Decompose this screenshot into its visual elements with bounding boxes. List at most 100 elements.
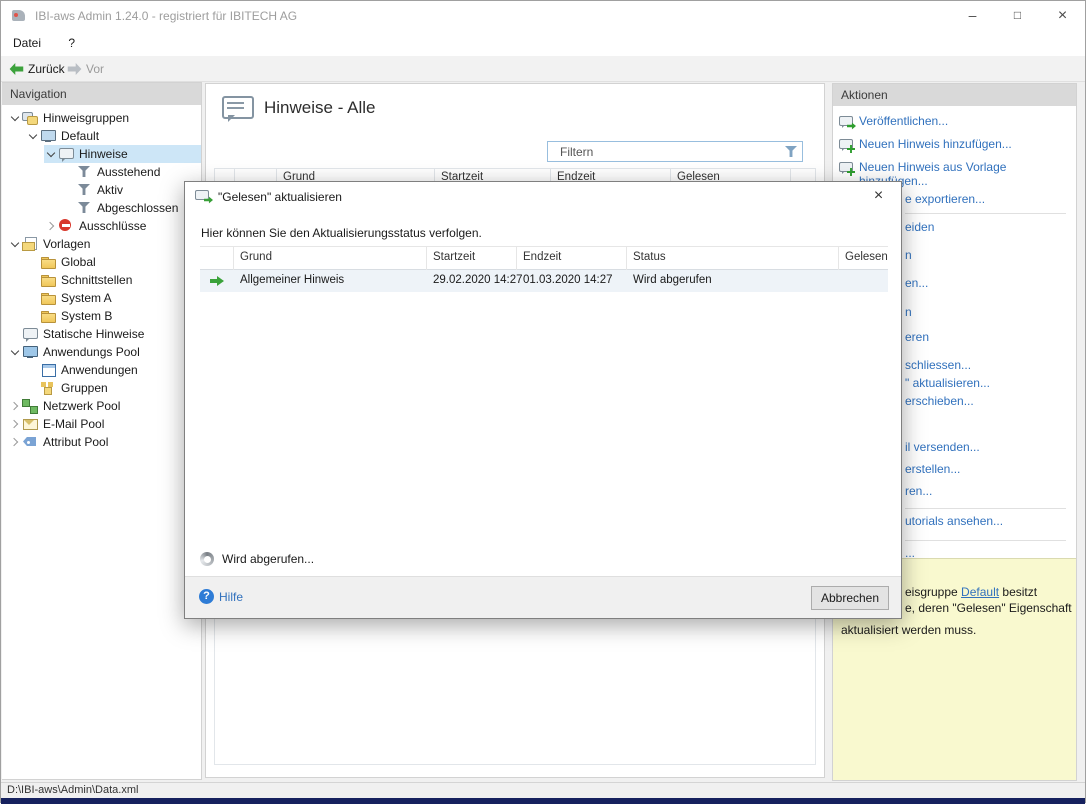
forward-button[interactable]: Vor <box>67 60 104 78</box>
minimize-button[interactable]: – <box>950 1 995 32</box>
action-link-fragment[interactable]: utorials ansehen... <box>905 514 1003 528</box>
action-link-fragment[interactable]: schliessen... <box>905 358 971 372</box>
action-veroeffentlichen[interactable]: Veröffentlichen... <box>839 114 1071 130</box>
groups-icon <box>40 380 56 396</box>
chevron-collapsed-icon[interactable] <box>8 417 22 431</box>
menu-help[interactable]: ? <box>56 32 87 54</box>
dialog-table-header: Grund Startzeit Endzeit Status Gelesen <box>200 246 888 270</box>
notices-icon <box>222 96 254 124</box>
tree-item-ausstehend[interactable]: Ausstehend <box>62 163 201 181</box>
action-neuen-hinweis-hinzufuegen[interactable]: Neuen Hinweis hinzufügen... <box>839 137 1071 153</box>
folder-icon <box>40 254 56 270</box>
tree-item-netzwerk-pool[interactable]: Netzwerk Pool <box>8 397 201 415</box>
back-button[interactable]: Zurück <box>9 60 65 78</box>
info-text: eisgruppe <box>905 585 961 599</box>
dialog-title: "Gelesen" aktualisieren <box>218 190 342 204</box>
status-bar: D:\IBI-aws\Admin\Data.xml <box>1 782 1085 798</box>
action-link-fragment[interactable]: eiden <box>905 220 934 234</box>
column-header-grund[interactable]: Grund <box>234 247 427 270</box>
attribute-pool-icon <box>22 434 38 450</box>
cell-endzeit: 01.03.2020 14:27 <box>517 270 627 292</box>
column-header-endzeit[interactable]: Endzeit <box>517 247 627 270</box>
action-link-fragment[interactable]: eren <box>905 330 929 344</box>
action-link-fragment[interactable]: " aktualisieren... <box>905 376 990 390</box>
help-label: Hilfe <box>219 590 243 604</box>
action-link-fragment[interactable]: n <box>905 248 912 262</box>
dialog-close-button[interactable]: × <box>856 182 901 211</box>
chevron-collapsed-icon[interactable] <box>8 399 22 413</box>
tree-item-ausschluesse[interactable]: Ausschlüsse <box>44 217 201 235</box>
tree-item-system-a[interactable]: System A <box>26 289 201 307</box>
action-link-fragment[interactable]: ren... <box>905 484 932 498</box>
tree-item-hinweisgruppen[interactable]: Hinweisgruppen <box>8 109 201 127</box>
separator <box>905 213 1066 214</box>
filter-funnel-icon <box>76 164 92 180</box>
cell-startzeit: 29.02.2020 14:27 <box>427 270 517 292</box>
navigation-header: Navigation <box>2 83 201 105</box>
green-arrow-icon <box>847 122 856 130</box>
chevron-expanded-icon[interactable] <box>8 111 22 125</box>
bubble-lines <box>227 102 244 104</box>
chevron-expanded-icon[interactable] <box>26 129 40 143</box>
notice-icon <box>58 146 74 162</box>
tree-item-aktiv[interactable]: Aktiv <box>62 181 201 199</box>
tree-item-abgeschlossen[interactable]: Abgeschlossen <box>62 199 201 217</box>
forward-label: Vor <box>86 62 104 76</box>
add-notice-icon <box>839 138 854 153</box>
cell-grund: Allgemeiner Hinweis <box>234 270 427 292</box>
back-arrow-icon <box>9 62 24 77</box>
help-link[interactable]: ? Hilfe <box>199 589 243 604</box>
window-bottom-edge <box>1 798 1085 804</box>
info-line: e, deren "Gelesen" Eigenschaft <box>905 601 1072 615</box>
cell-status: Wird abgerufen <box>627 270 839 292</box>
tree-item-gruppen[interactable]: Gruppen <box>26 379 201 397</box>
folder-icon <box>40 290 56 306</box>
menu-datei[interactable]: Datei <box>1 32 53 54</box>
filter-input[interactable] <box>548 142 802 161</box>
cancel-button[interactable]: Abbrechen <box>811 586 889 610</box>
chevron-spacer <box>26 363 40 377</box>
action-link-fragment[interactable]: e exportieren... <box>905 192 985 206</box>
action-link-fragment[interactable]: il versenden... <box>905 440 980 454</box>
close-button[interactable]: × <box>1040 1 1085 32</box>
filter-funnel-icon <box>76 200 92 216</box>
tree-item-anwendungen[interactable]: Anwendungen <box>26 361 201 379</box>
chevron-collapsed-icon[interactable] <box>44 219 58 233</box>
folder-icon <box>40 272 56 288</box>
column-header-status[interactable]: Status <box>627 247 839 270</box>
tree-item-email-pool[interactable]: E-Mail Pool <box>8 415 201 433</box>
chevron-expanded-icon[interactable] <box>8 345 22 359</box>
tree-item-vorlagen[interactable]: Vorlagen <box>8 235 201 253</box>
tree-item-global[interactable]: Global <box>26 253 201 271</box>
separator <box>905 508 1066 509</box>
chevron-spacer <box>62 183 76 197</box>
tree-item-system-b[interactable]: System B <box>26 307 201 325</box>
cell-gelesen <box>839 270 888 292</box>
chevron-expanded-icon[interactable] <box>44 147 58 161</box>
notice-groups-icon <box>22 110 38 126</box>
tree-item-attribut-pool[interactable]: Attribut Pool <box>8 433 201 451</box>
chevron-expanded-icon[interactable] <box>8 237 22 251</box>
exclusion-icon <box>58 218 74 234</box>
column-header-gelesen[interactable]: Gelesen <box>839 247 888 270</box>
column-header-startzeit[interactable]: Startzeit <box>427 247 517 270</box>
dialog-table: Grund Startzeit Endzeit Status Gelesen A… <box>200 246 888 292</box>
tree-item-default[interactable]: Default <box>26 127 201 145</box>
tree-item-schnittstellen[interactable]: Schnittstellen <box>26 271 201 289</box>
default-group-link[interactable]: Default <box>961 585 999 599</box>
tree-item-statische-hinweise[interactable]: Statische Hinweise <box>8 325 201 343</box>
tree-item-hinweise[interactable]: Hinweise <box>44 145 201 163</box>
chevron-spacer <box>26 291 40 305</box>
email-pool-icon <box>22 416 38 432</box>
chevron-collapsed-icon[interactable] <box>8 435 22 449</box>
action-link-fragment[interactable]: en... <box>905 276 928 290</box>
action-link-fragment[interactable]: n <box>905 305 912 319</box>
action-link-fragment[interactable]: erschieben... <box>905 394 974 408</box>
table-row[interactable]: Allgemeiner Hinweis 29.02.2020 14:27 01.… <box>200 270 888 292</box>
tree-item-anwendungs-pool[interactable]: Anwendungs Pool <box>8 343 201 361</box>
action-link-fragment[interactable]: erstellen... <box>905 462 960 476</box>
window-title: IBI-aws Admin 1.24.0 - registriert für I… <box>35 1 297 32</box>
maximize-button[interactable]: □ <box>995 1 1040 32</box>
in-progress-arrow-icon <box>210 275 224 287</box>
applications-icon <box>40 362 56 378</box>
